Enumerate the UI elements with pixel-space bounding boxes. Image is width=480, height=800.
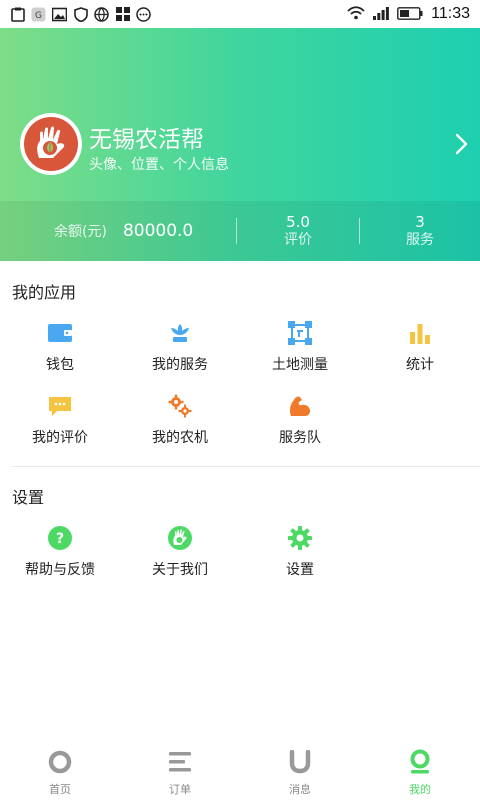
rating-label: 评价 <box>284 232 313 248</box>
comment-icon <box>47 393 73 419</box>
status-time: 11:33 <box>431 5 470 22</box>
app-my-machinery-label: 我的农机 <box>152 430 208 446</box>
gears-icon <box>167 393 193 419</box>
my-apps-title: 我的应用 <box>12 283 77 302</box>
rating-stat[interactable]: 5.0 评价 <box>237 213 359 249</box>
battery-icon <box>397 5 423 24</box>
profile-subtitle: 头像、位置、个人信息 <box>89 157 229 173</box>
balance-label: 余额(元) <box>54 224 107 240</box>
avatar[interactable] <box>20 113 82 175</box>
nav-home[interactable]: 首页 <box>0 740 120 800</box>
lotus-icon <box>167 320 193 346</box>
question-icon: ? <box>47 525 73 551</box>
app-statistics[interactable]: 统计 <box>360 320 480 374</box>
services-value: 3 <box>415 213 425 231</box>
settings-settings[interactable]: 设置 <box>240 525 360 579</box>
svg-text:G: G <box>35 11 42 21</box>
signal-icon <box>373 5 390 24</box>
u-shape-icon <box>287 749 313 775</box>
section-divider <box>12 466 480 467</box>
profile-name: 无锡农活帮 <box>89 127 204 153</box>
nav-mine-label: 我的 <box>409 783 431 796</box>
app-land-measure[interactable]: 土地测量 <box>240 320 360 374</box>
app-my-machinery[interactable]: 我的农机 <box>120 393 240 447</box>
profile-header[interactable]: 无锡农活帮 头像、位置、个人信息 余额(元) 80000.0 5.0 评价 3 … <box>0 28 480 261</box>
globe-icon <box>94 6 109 22</box>
nav-mine[interactable]: 我的 <box>360 740 480 800</box>
settings-about-us[interactable]: 关于我们 <box>120 525 240 579</box>
app-statistics-label: 统计 <box>406 357 434 373</box>
settings-settings-label: 设置 <box>286 562 314 578</box>
app-my-services-label: 我的服务 <box>152 357 208 373</box>
app-icon: G <box>31 7 46 22</box>
wallet-icon <box>47 320 73 346</box>
app-wallet-label: 钱包 <box>46 357 74 373</box>
status-bar: G 11:33 <box>0 0 480 28</box>
more-icon <box>136 6 151 22</box>
app-service-team-label: 服务队 <box>279 430 321 446</box>
settings-help-feedback[interactable]: ? 帮助与反馈 <box>0 525 120 579</box>
status-bar-notifications: G <box>10 6 151 22</box>
nav-orders[interactable]: 订单 <box>120 740 240 800</box>
services-label: 服务 <box>406 232 435 248</box>
settings-about-us-label: 关于我们 <box>152 562 208 578</box>
app-land-measure-label: 土地测量 <box>272 357 328 373</box>
rating-value: 5.0 <box>286 213 310 231</box>
settings-help-feedback-label: 帮助与反馈 <box>25 562 95 578</box>
grid-icon <box>115 7 130 22</box>
nav-home-label: 首页 <box>49 783 71 796</box>
home-circle-icon <box>47 749 73 775</box>
gear-icon <box>287 525 313 551</box>
image-icon <box>52 7 67 22</box>
user-pin-icon <box>407 749 433 775</box>
balance-value: 80000.0 <box>122 221 194 241</box>
clipboard-icon <box>10 7 25 22</box>
svg-text:?: ? <box>56 531 64 547</box>
bottom-nav: 首页 订单 消息 我的 <box>0 740 480 800</box>
hand-leaf-logo-icon <box>24 117 78 171</box>
nav-orders-label: 订单 <box>169 783 191 796</box>
app-my-reviews[interactable]: 我的评价 <box>0 393 120 447</box>
hand-leaf-icon <box>167 525 193 551</box>
nav-messages[interactable]: 消息 <box>240 740 360 800</box>
balance-stat[interactable]: 余额(元) 80000.0 <box>0 221 236 241</box>
bar-chart-icon <box>407 320 433 346</box>
stats-bar: 余额(元) 80000.0 5.0 评价 3 服务 <box>0 201 480 261</box>
nav-messages-label: 消息 <box>289 783 311 796</box>
services-stat[interactable]: 3 服务 <box>360 213 480 249</box>
status-bar-system: 11:33 <box>347 5 470 24</box>
shield-icon <box>73 6 88 22</box>
wifi-icon <box>347 5 365 24</box>
chevron-right-icon[interactable] <box>454 132 470 156</box>
app-service-team[interactable]: 服务队 <box>240 393 360 447</box>
list-icon <box>167 749 193 775</box>
muscle-arm-icon <box>287 393 313 419</box>
measure-frame-icon <box>287 320 313 346</box>
app-wallet[interactable]: 钱包 <box>0 320 120 374</box>
app-my-services[interactable]: 我的服务 <box>120 320 240 374</box>
settings-title: 设置 <box>12 488 45 507</box>
app-my-reviews-label: 我的评价 <box>32 430 88 446</box>
